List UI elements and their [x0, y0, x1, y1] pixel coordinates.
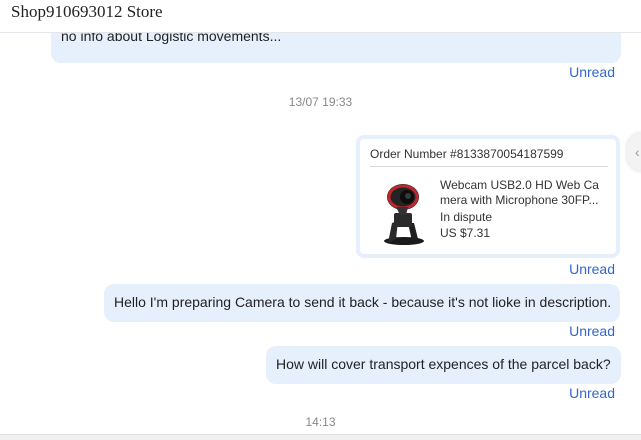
- side-scroll-button[interactable]: ‹: [627, 133, 641, 171]
- message-bubble: How will cover transport expences of the…: [266, 346, 621, 384]
- chat-message-list[interactable]: no info about Logistic movements... Unre…: [0, 33, 641, 437]
- timestamp: 13/07 19:33: [288, 95, 353, 109]
- read-status: Unread: [569, 261, 615, 277]
- order-card-inner: Order Number #8133870054187599 Webcam US…: [360, 139, 616, 254]
- message-text: no info about Logistic movements...: [61, 33, 282, 44]
- divider: [370, 166, 608, 167]
- timestamp: 14:13: [305, 415, 336, 429]
- store-name[interactable]: Shop910693012 Store: [11, 2, 163, 22]
- message-bubble: Hello I'm preparing Camera to send it ba…: [104, 284, 620, 322]
- webcam-icon[interactable]: [374, 179, 434, 249]
- read-status: Unread: [569, 323, 615, 339]
- chevron-icon: ‹: [635, 144, 640, 160]
- input-area-edge: [0, 434, 641, 440]
- read-status: Unread: [569, 64, 615, 80]
- chat-header: Shop910693012 Store: [0, 0, 641, 33]
- order-number[interactable]: Order Number #8133870054187599: [370, 147, 563, 161]
- message-text: Hello I'm preparing Camera to send it ba…: [114, 294, 612, 310]
- product-status: In dispute: [440, 210, 493, 224]
- message-text: How will cover transport expences of the…: [276, 356, 611, 372]
- product-price: US $7.31: [440, 226, 491, 240]
- order-card[interactable]: Order Number #8133870054187599 Webcam US…: [356, 135, 620, 258]
- message-bubble: no info about Logistic movements...: [51, 33, 621, 63]
- read-status: Unread: [569, 385, 615, 401]
- product-name[interactable]: Webcam USB2.0 HD Web Camera with Microph…: [440, 178, 608, 208]
